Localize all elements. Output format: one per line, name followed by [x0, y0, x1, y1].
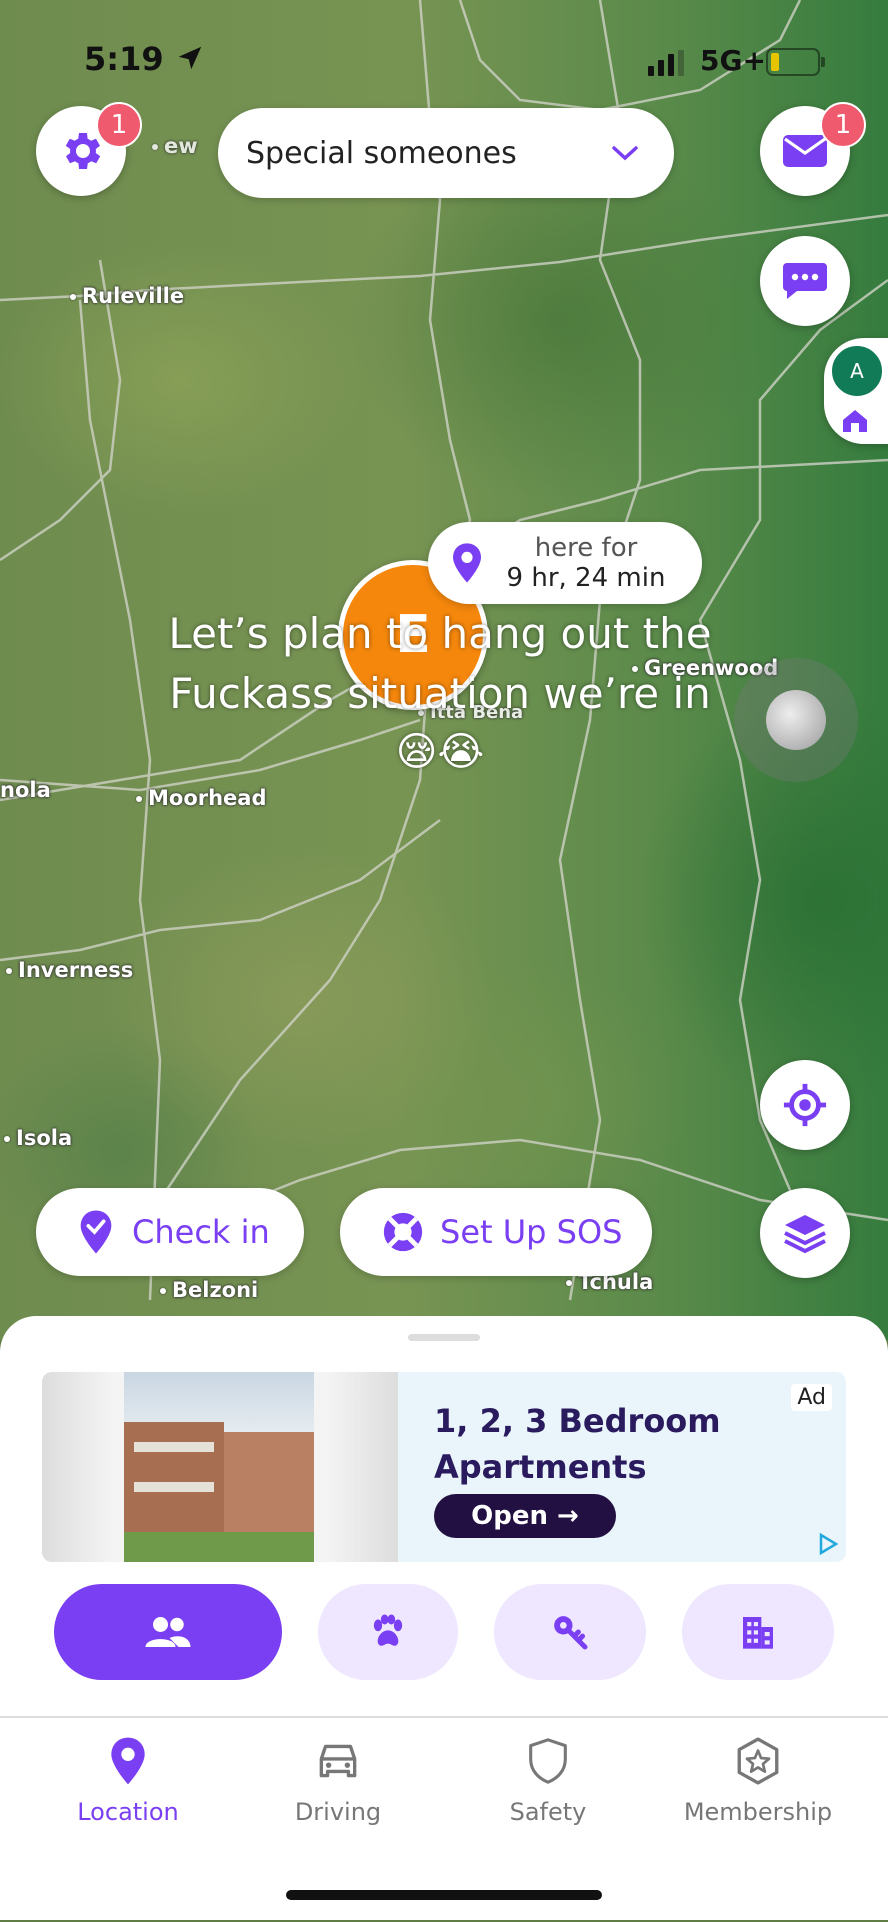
nav-driving[interactable]: Driving [238, 1736, 438, 1826]
location-pin-icon [111, 1737, 145, 1785]
here-for-duration: 9 hr, 24 min [506, 563, 666, 593]
side-member-tab[interactable]: A [824, 338, 888, 444]
settings-notification-badge: 1 [96, 102, 142, 148]
adchoices-icon[interactable] [816, 1532, 840, 1556]
ad-image [42, 1372, 398, 1562]
bottom-sheet[interactable]: 1, 2, 3 Bedroom Apartments Open → Ad Loc… [0, 1316, 888, 1920]
sos-label: Set Up SOS [440, 1213, 623, 1251]
sheet-drag-handle[interactable] [408, 1334, 480, 1341]
ad-headline-line-1: 1, 2, 3 Bedroom [434, 1402, 721, 1440]
nav-location[interactable]: Location [28, 1736, 228, 1826]
signal-icon [648, 50, 684, 80]
home-indicator [286, 1890, 602, 1900]
place-label: Belzoni [160, 1278, 258, 1302]
place-label: Ruleville [70, 284, 184, 308]
location-arrow-icon [178, 46, 201, 70]
car-icon [319, 1744, 357, 1778]
map-layers-button[interactable] [760, 1188, 850, 1278]
place-label: Isola [4, 1126, 72, 1150]
messages-notification-badge: 1 [820, 102, 866, 148]
check-pin-icon [80, 1210, 112, 1254]
circle-selector-label: Special someones [246, 135, 517, 171]
circle-selector-dropdown[interactable]: Special someones [218, 108, 674, 198]
chat-bubble-icon [783, 263, 827, 299]
location-pin-icon [453, 543, 481, 583]
recenter-button[interactable] [760, 1060, 850, 1150]
paw-icon [373, 1614, 403, 1646]
caption-line-2: Fuckass situation we’re in [169, 669, 711, 718]
ad-label: Ad [791, 1384, 832, 1411]
nav-driving-label: Driving [294, 1798, 382, 1826]
ad-open-button[interactable]: Open → [434, 1494, 616, 1538]
tab-people[interactable] [54, 1584, 282, 1680]
people-icon [145, 1617, 191, 1647]
nav-location-label: Location [77, 1798, 179, 1826]
here-for-label: here for [534, 533, 638, 563]
nav-safety[interactable]: Safety [448, 1736, 648, 1826]
tab-pets[interactable] [318, 1584, 458, 1680]
star-badge-icon [737, 1737, 779, 1785]
ad-headline-line-2: Apartments [434, 1448, 647, 1486]
nav-safety-label: Safety [509, 1798, 587, 1826]
key-icon [554, 1616, 588, 1650]
tab-places[interactable] [682, 1584, 834, 1680]
nav-membership-label: Membership [683, 1798, 833, 1826]
status-bar: 5:19 5G+ [0, 36, 888, 86]
setup-sos-button[interactable]: Set Up SOS [340, 1188, 652, 1276]
place-label: Moorhead [136, 786, 267, 810]
here-for-bubble[interactable]: here for 9 hr, 24 min [428, 522, 702, 604]
nav-membership[interactable]: Membership [658, 1736, 858, 1826]
status-time: 5:19 [84, 40, 205, 78]
place-label: nola [0, 778, 51, 802]
chat-button[interactable] [760, 236, 850, 326]
lifebuoy-icon [383, 1212, 423, 1252]
chevron-down-icon [612, 146, 638, 161]
mail-icon [783, 135, 827, 167]
ad-banner[interactable]: 1, 2, 3 Bedroom Apartments Open → Ad [42, 1372, 846, 1562]
place-label: Inverness [6, 958, 133, 982]
battery-icon [766, 48, 825, 76]
caption-emoji: 😪😭 [395, 729, 485, 775]
check-in-button[interactable]: Check in [36, 1188, 304, 1276]
building-icon [743, 1617, 773, 1649]
shield-icon [529, 1738, 567, 1784]
network-type: 5G+ [700, 44, 766, 77]
place-label: ew [152, 134, 198, 158]
check-in-label: Check in [132, 1213, 270, 1251]
layers-icon [784, 1215, 826, 1254]
crosshair-icon [783, 1083, 827, 1127]
house-icon [843, 410, 867, 432]
avatar: A [830, 344, 884, 398]
caption-line-1: Let’s plan to hang out the [168, 609, 712, 658]
tab-items[interactable] [494, 1584, 646, 1680]
